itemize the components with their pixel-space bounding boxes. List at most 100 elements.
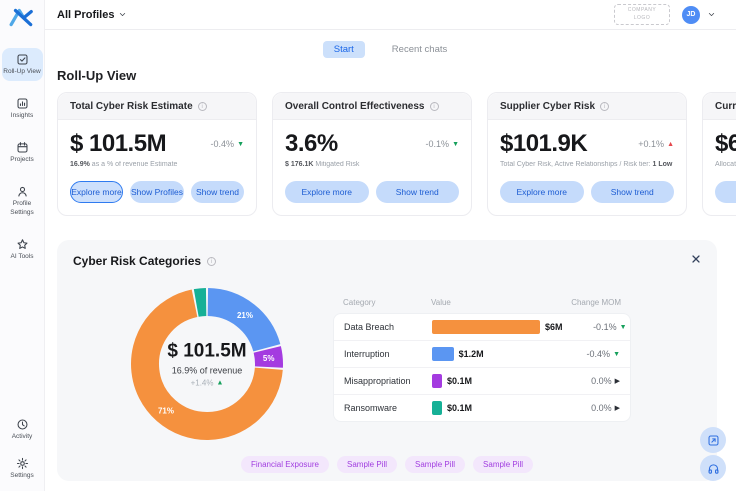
feedback-icon (707, 434, 720, 447)
feedback-button[interactable] (700, 427, 726, 453)
account-chevron-down-icon[interactable] (707, 10, 716, 19)
value-bar (432, 374, 442, 388)
trend-icon: ▶ (615, 405, 620, 412)
card-value: $6 (715, 130, 736, 158)
headphones-icon (707, 462, 720, 475)
svg-text:21%: 21% (237, 311, 253, 320)
svg-text:71%: 71% (158, 407, 174, 416)
sidebar-item-activity[interactable]: Activity (2, 413, 43, 446)
rollup-view-icon (16, 53, 29, 66)
sidebar-item-label: Profile Settings (3, 200, 42, 216)
tag-pills-row: Financial Exposure Sample Pill Sample Pi… (57, 456, 717, 473)
table-row-ransomware[interactable]: Ransomware $0.1M 0.0% ▶ (334, 395, 630, 421)
tag-pill-financial-exposure[interactable]: Financial Exposure (241, 456, 329, 473)
donut-total-value: $ 101.5M (152, 341, 262, 363)
card-change: +0.1% ▲ (638, 139, 674, 149)
change-mom: 0.0% ▶ (556, 403, 620, 413)
donut-center: $ 101.5M 16.9% of revenue +1.4% ▲ (152, 341, 262, 388)
table-row-misappropriation[interactable]: Misappropriation $0.1M 0.0% ▶ (334, 368, 630, 395)
card-title: Total Cyber Risk Estimate (70, 101, 193, 112)
sidebar-item-rollup-view[interactable]: Roll-Up View (2, 48, 43, 81)
value-label: $1.2M (459, 349, 484, 359)
sidebar-item-label: Insights (11, 112, 33, 120)
support-button[interactable] (700, 455, 726, 481)
explore-more-button[interactable]: Explore more (715, 181, 736, 203)
card-title: Curren (715, 101, 736, 112)
chevron-down-icon (118, 10, 127, 19)
trend-icon: ▲ (667, 141, 674, 148)
trend-icon: ▼ (452, 141, 459, 148)
explore-more-button[interactable]: Explore more (70, 181, 123, 203)
change-mom: 0.0% ▶ (556, 376, 620, 386)
column-header-category: Category (343, 298, 431, 307)
summary-cards-row: Total Cyber Risk Estimate $ 101.5M -0.4%… (57, 92, 736, 216)
tag-pill-sample-1[interactable]: Sample Pill (337, 456, 397, 473)
projects-icon (16, 141, 29, 154)
svg-text:5%: 5% (263, 354, 275, 363)
trend-icon: ▼ (613, 351, 620, 358)
cyber-risk-categories-panel: Cyber Risk Categories 21%5%71% $ 101.5M … (57, 240, 717, 481)
table-row-interruption[interactable]: Interruption $1.2M -0.4% ▼ (334, 341, 630, 368)
show-trend-button[interactable]: Show trend (191, 181, 244, 203)
card-supplier-cyber-risk: Supplier Cyber Risk $101.9K +0.1% ▲ Tota… (487, 92, 687, 216)
app-logo[interactable] (9, 7, 35, 32)
ai-tools-icon (16, 238, 29, 251)
trend-icon: ▼ (237, 141, 244, 148)
value-bar (432, 320, 540, 334)
card-value: $ 101.5M (70, 130, 166, 158)
page-title: Roll-Up View (57, 68, 736, 83)
card-subtext: $ 176.1K Mitigated Risk (285, 161, 459, 168)
card-title: Supplier Cyber Risk (500, 101, 595, 112)
card-change: -0.4% ▼ (211, 139, 244, 149)
card-total-cyber-risk: Total Cyber Risk Estimate $ 101.5M -0.4%… (57, 92, 257, 216)
trend-icon: ▶ (615, 378, 620, 385)
card-subtext: 16.9% as a % of revenue Estimate (70, 161, 244, 168)
tag-pill-sample-2[interactable]: Sample Pill (405, 456, 465, 473)
info-icon[interactable] (600, 102, 609, 111)
topbar: All Profiles COMPANY LOGO JD (45, 0, 736, 30)
tab-start[interactable]: Start (323, 41, 365, 58)
show-trend-button[interactable]: Show trend (591, 181, 675, 203)
card-subtext: Allocat (715, 161, 736, 168)
category-label: Misappropriation (344, 376, 432, 386)
risk-category-table: Category Value Change MOM Data Breach $6… (333, 298, 631, 422)
card-clipped: Curren $6 Allocat Explore more (702, 92, 736, 216)
profile-settings-icon (16, 185, 29, 198)
avatar[interactable]: JD (682, 6, 700, 24)
sidebar-item-label: Projects (10, 156, 33, 164)
info-icon[interactable] (430, 102, 439, 111)
card-title: Overall Control Effectiveness (285, 101, 425, 112)
sidebar-item-projects[interactable]: Projects (2, 136, 43, 169)
show-profiles-button[interactable]: Show Profiles (130, 181, 184, 203)
close-icon[interactable] (690, 252, 702, 270)
table-row-data-breach[interactable]: Data Breach $6M -0.1% ▼ (334, 314, 630, 341)
card-subtext: Total Cyber Risk, Active Relationships /… (500, 161, 674, 168)
donut-subtitle: 16.9% of revenue (152, 366, 262, 376)
tab-recent-chats[interactable]: Recent chats (381, 41, 458, 58)
sidebar-item-label: Settings (10, 472, 34, 480)
company-logo-placeholder[interactable]: COMPANY LOGO (614, 4, 670, 25)
trend-icon: ▼ (620, 324, 627, 331)
explore-more-button[interactable]: Explore more (285, 181, 369, 203)
info-icon[interactable] (198, 102, 207, 111)
value-label: $0.1M (447, 403, 472, 413)
card-value: 3.6% (285, 130, 338, 158)
tag-pill-sample-3[interactable]: Sample Pill (473, 456, 533, 473)
category-label: Ransomware (344, 403, 432, 413)
donut-change: +1.4% ▲ (152, 379, 262, 388)
explore-more-button[interactable]: Explore more (500, 181, 584, 203)
value-bar (432, 347, 454, 361)
info-icon[interactable] (207, 257, 216, 266)
sidebar-item-label: Activity (12, 433, 33, 441)
sidebar-item-settings[interactable]: Settings (2, 452, 43, 485)
sidebar-item-ai-tools[interactable]: AI Tools (2, 233, 43, 266)
card-change: -0.1% ▼ (426, 139, 459, 149)
sidebar-item-profile-settings[interactable]: Profile Settings (2, 180, 43, 221)
show-trend-button[interactable]: Show trend (376, 181, 460, 203)
change-mom: -0.4% ▼ (556, 349, 620, 359)
activity-icon (16, 418, 29, 431)
profile-selector[interactable]: All Profiles (57, 9, 127, 21)
category-label: Data Breach (344, 322, 432, 332)
chat-tabs: Start Recent chats (45, 40, 736, 58)
sidebar-item-insights[interactable]: Insights (2, 92, 43, 125)
